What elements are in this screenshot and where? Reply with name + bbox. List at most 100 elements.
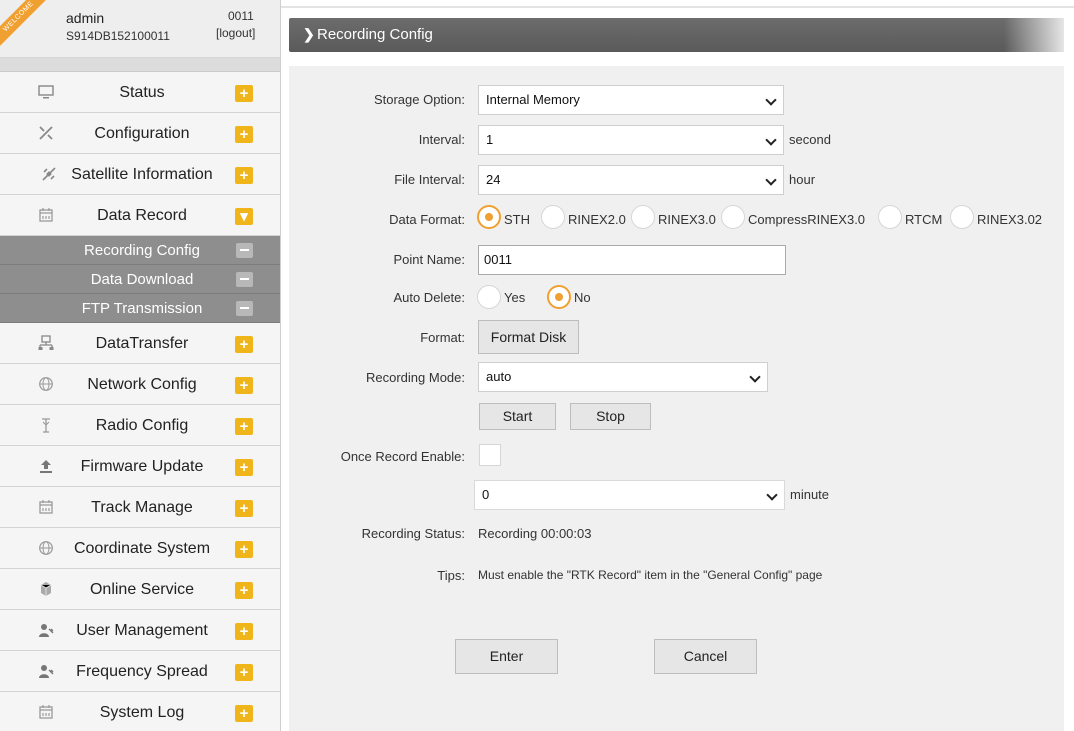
storage-option-select[interactable]: Internal Memory bbox=[478, 85, 784, 115]
data-format-option-label: RINEX2.0 bbox=[568, 212, 626, 227]
recording-mode-label: Recording Mode: bbox=[366, 370, 465, 385]
minus-icon bbox=[236, 243, 253, 258]
expand-icon[interactable]: + bbox=[235, 167, 253, 184]
point-name-label: Point Name: bbox=[393, 252, 465, 267]
sidebar-item-user-management[interactable]: User Management + bbox=[0, 610, 280, 651]
storage-option-value: Internal Memory bbox=[486, 92, 580, 107]
sidebar-item-firmware-update[interactable]: Firmware Update + bbox=[0, 446, 280, 487]
sidebar-subitem-label: FTP Transmission bbox=[81, 300, 203, 317]
sidebar-item-label: System Log bbox=[99, 704, 185, 721]
file-interval-value: 24 bbox=[486, 172, 501, 187]
expand-icon[interactable]: + bbox=[235, 336, 253, 353]
data-format-option-label: CompressRINEX3.0 bbox=[748, 212, 866, 227]
data-format-radio-sth[interactable] bbox=[477, 205, 501, 229]
expand-icon[interactable]: + bbox=[235, 126, 253, 143]
data-format-radio-rinex302[interactable] bbox=[950, 205, 974, 229]
users-icon bbox=[37, 621, 55, 639]
sidebar-subitem-ftp-transmission[interactable]: FTP Transmission bbox=[0, 294, 280, 323]
sidebar-item-status[interactable]: Status + bbox=[0, 72, 280, 113]
sidebar-divider bbox=[0, 58, 280, 72]
expand-icon[interactable]: + bbox=[235, 664, 253, 681]
point-id: 0011 bbox=[228, 9, 254, 23]
expand-icon[interactable]: + bbox=[235, 418, 253, 435]
expand-icon[interactable]: + bbox=[235, 623, 253, 640]
tips-text: Must enable the "RTK Record" item in the… bbox=[478, 568, 823, 582]
app-window: WELCOME admin S914DB152100011 0011 [logo… bbox=[0, 0, 1074, 731]
chevron-down-icon bbox=[749, 371, 761, 383]
once-record-duration-select[interactable]: 0 bbox=[474, 480, 785, 510]
calendar-icon bbox=[37, 206, 55, 224]
sidebar-subitem-label: Recording Config bbox=[84, 242, 200, 259]
point-name-input[interactable]: 0011 bbox=[478, 245, 786, 275]
interval-label: Interval: bbox=[418, 132, 465, 147]
expand-icon[interactable]: + bbox=[235, 377, 253, 394]
sidebar-item-label: Coordinate System bbox=[73, 540, 211, 557]
sidebar-item-label: Frequency Spread bbox=[76, 663, 208, 680]
sidebar-item-coordinate-system[interactable]: Coordinate System + bbox=[0, 528, 280, 569]
auto-delete-label: Auto Delete: bbox=[393, 290, 465, 305]
recording-mode-select[interactable]: auto bbox=[478, 362, 768, 392]
sidebar-item-online-service[interactable]: Online Service + bbox=[0, 569, 280, 610]
upload-icon bbox=[37, 457, 55, 475]
chevron-down-icon bbox=[765, 174, 777, 186]
data-format-label: Data Format: bbox=[389, 212, 465, 227]
data-format-radio-rinex2[interactable] bbox=[541, 205, 565, 229]
cloud-icon bbox=[37, 580, 55, 598]
data-format-radio-compress-rinex3[interactable] bbox=[721, 205, 745, 229]
username: admin bbox=[66, 10, 105, 26]
auto-delete-radio-no[interactable] bbox=[547, 285, 571, 309]
expand-icon[interactable]: + bbox=[235, 705, 253, 722]
expand-icon[interactable]: + bbox=[235, 541, 253, 558]
chevron-down-icon bbox=[765, 134, 777, 146]
logout-link[interactable]: [logout] bbox=[216, 26, 255, 40]
collapse-icon[interactable]: ▾ bbox=[235, 208, 253, 225]
sidebar-item-network-config[interactable]: Network Config + bbox=[0, 364, 280, 405]
expand-icon[interactable]: + bbox=[235, 85, 253, 102]
sidebar-item-satellite-information[interactable]: Satellite Information + bbox=[0, 154, 280, 195]
sidebar-item-datatransfer[interactable]: DataTransfer + bbox=[0, 323, 280, 364]
start-button[interactable]: Start bbox=[479, 403, 556, 430]
sidebar-item-frequency-spread[interactable]: Frequency Spread + bbox=[0, 651, 280, 692]
sidebar-item-label: Online Service bbox=[89, 581, 195, 598]
minus-icon bbox=[236, 301, 253, 316]
sidebar-item-data-record[interactable]: Data Record ▾ bbox=[0, 195, 280, 236]
once-record-enable-checkbox[interactable] bbox=[479, 444, 501, 466]
sidebar-item-configuration[interactable]: Configuration + bbox=[0, 113, 280, 154]
top-divider bbox=[281, 6, 1074, 8]
expand-icon[interactable]: + bbox=[235, 459, 253, 476]
sidebar-item-label: User Management bbox=[76, 622, 208, 639]
data-format-radio-rtcm[interactable] bbox=[878, 205, 902, 229]
auto-delete-radio-yes[interactable] bbox=[477, 285, 501, 309]
enter-button[interactable]: Enter bbox=[455, 639, 558, 674]
stop-button[interactable]: Stop bbox=[570, 403, 651, 430]
expand-icon[interactable]: + bbox=[235, 582, 253, 599]
data-format-option-label: STH bbox=[504, 212, 530, 227]
format-disk-button[interactable]: Format Disk bbox=[478, 320, 579, 354]
page-title: Recording Config bbox=[317, 26, 433, 43]
file-interval-select[interactable]: 24 bbox=[478, 165, 784, 195]
auto-delete-option-label: Yes bbox=[504, 290, 526, 305]
recording-mode-value: auto bbox=[486, 369, 512, 384]
sidebar-item-track-manage[interactable]: Track Manage + bbox=[0, 487, 280, 528]
sidebar-item-label: Track Manage bbox=[91, 499, 193, 516]
interval-select[interactable]: 1 bbox=[478, 125, 784, 155]
sidebar-item-label: Status bbox=[119, 84, 165, 101]
antenna-icon bbox=[37, 416, 55, 434]
once-record-enable-label: Once Record Enable: bbox=[340, 449, 465, 464]
data-format-radio-rinex3[interactable] bbox=[631, 205, 655, 229]
sidebar-subitem-data-download[interactable]: Data Download bbox=[0, 265, 280, 294]
sidebar-item-label: Configuration bbox=[94, 125, 190, 142]
point-name-value: 0011 bbox=[484, 252, 512, 267]
minus-icon bbox=[236, 272, 253, 287]
format-label: Format: bbox=[420, 330, 465, 345]
expand-icon[interactable]: + bbox=[235, 500, 253, 517]
sidebar-item-label: Radio Config bbox=[95, 417, 189, 434]
cancel-button[interactable]: Cancel bbox=[654, 639, 757, 674]
sidebar-subitem-recording-config[interactable]: Recording Config bbox=[0, 236, 280, 265]
tools-icon bbox=[37, 124, 55, 142]
sidebar-item-system-log[interactable]: System Log + bbox=[0, 692, 280, 731]
sidebar: WELCOME admin S914DB152100011 0011 [logo… bbox=[0, 0, 281, 731]
sidebar-item-radio-config[interactable]: Radio Config + bbox=[0, 405, 280, 446]
data-format-option-label: RTCM bbox=[905, 212, 943, 227]
sidebar-subitem-label: Data Download bbox=[90, 271, 194, 288]
